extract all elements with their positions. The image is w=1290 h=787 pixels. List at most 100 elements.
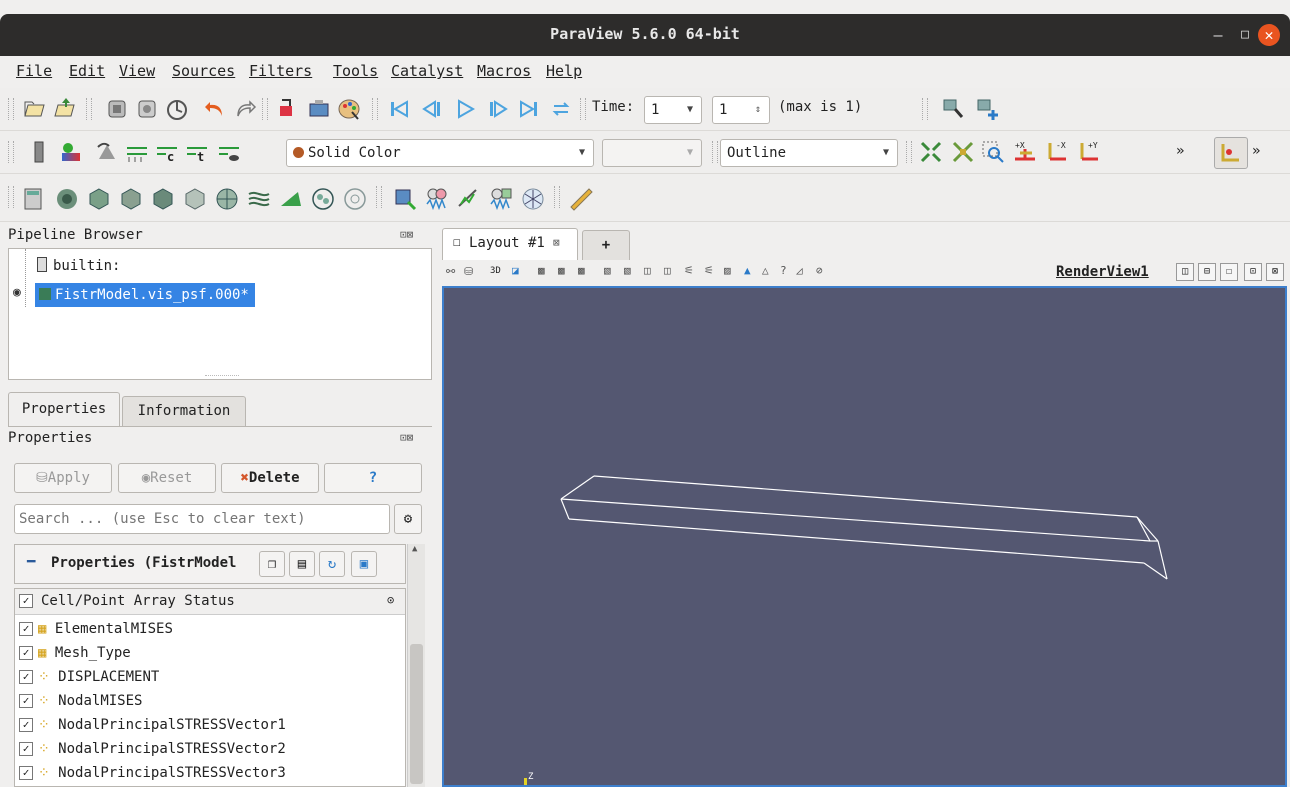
menu-catalyst[interactable]: Catalyst [391, 62, 463, 80]
minimize-button[interactable]: – [1207, 24, 1229, 46]
undock-properties-icon[interactable]: ⊡⊠ [400, 431, 413, 444]
component-combo[interactable]: ▼ [602, 139, 702, 167]
grow-selection-icon[interactable]: ⚟ [684, 264, 694, 277]
menu-sources[interactable]: Sources [172, 62, 235, 80]
properties-section-header[interactable]: ━ Properties (FistrModel ❐ ▤ ↻ ▣ [14, 544, 406, 584]
array-row[interactable]: ✓ ⁘ NodalMISES [19, 689, 142, 713]
extract-selection-icon[interactable]: ▨ [724, 264, 731, 277]
maximize-button[interactable]: □ [1234, 24, 1256, 46]
auto-apply-icon[interactable] [164, 96, 190, 122]
rescale-custom-icon[interactable] [124, 139, 150, 165]
time-combo[interactable]: 1 ▼ [644, 96, 702, 124]
play-icon[interactable] [452, 96, 478, 122]
menu-help[interactable]: Help [546, 62, 582, 80]
select-cells-icon[interactable]: ▩ [538, 264, 545, 277]
interactive-select-icon[interactable]: ◫ [644, 264, 651, 277]
scrollbar-thumb[interactable] [410, 644, 423, 784]
pipeline-item-fistrmodel[interactable]: FistrModel.vis_psf.000* [35, 283, 255, 307]
clip-icon[interactable] [86, 186, 112, 212]
color-palette-icon[interactable] [336, 96, 362, 122]
menu-edit[interactable]: Edit [69, 62, 105, 80]
connect-icon[interactable] [104, 96, 130, 122]
contour-icon[interactable] [54, 186, 80, 212]
redo-icon[interactable] [232, 96, 258, 122]
reset-camera-view-icon[interactable] [918, 139, 944, 165]
add-layout-tab[interactable]: + [582, 230, 630, 260]
more-tools-button-2[interactable]: » [1252, 143, 1260, 159]
sort-icon[interactable]: ⊙ [387, 593, 394, 607]
clear-selection-icon[interactable]: ◿ [796, 264, 803, 277]
slice-icon[interactable] [118, 186, 144, 212]
zoom-to-box-icon[interactable] [980, 139, 1006, 165]
stop-icon[interactable]: ⊘ [816, 264, 823, 277]
copy-button[interactable]: ❐ [259, 551, 285, 577]
close-view-button[interactable]: ⊠ [1266, 263, 1284, 281]
menu-filters[interactable]: Filters [249, 62, 312, 80]
header-check[interactable]: ✓ [19, 593, 38, 609]
array-row[interactable]: ✓ ⁘ NodalPrincipalSTRESSVector2 [19, 737, 286, 761]
ruler-icon[interactable] [568, 186, 594, 212]
undo-icon[interactable] [202, 96, 228, 122]
apply-button[interactable]: ⛁Apply [14, 463, 112, 493]
advanced-gear-button[interactable]: ⚙ [394, 504, 422, 534]
undock-icon[interactable]: ⊡⊠ [400, 228, 413, 241]
view-plus-x-icon[interactable]: +X [1012, 139, 1038, 165]
selection-display-icon[interactable] [392, 186, 418, 212]
render-view-name[interactable]: RenderView1 [1056, 264, 1149, 280]
next-frame-icon[interactable] [484, 96, 510, 122]
toggle-color-legend-icon[interactable] [26, 139, 52, 165]
rescale-visible-icon[interactable] [216, 139, 242, 165]
open-file-icon[interactable] [22, 96, 48, 122]
tab-layout-1[interactable]: ☐ Layout #1 ⊠ [442, 228, 578, 260]
reload-button[interactable]: ↻ [319, 551, 345, 577]
query-icon[interactable]: ? [780, 264, 787, 277]
rescale-temporal-icon[interactable]: t [184, 139, 210, 165]
menu-view[interactable]: View [119, 62, 155, 80]
reset-range-icon[interactable] [94, 139, 120, 165]
camera-orientation-icon[interactable] [1214, 137, 1248, 169]
view-minus-x-icon[interactable]: -X [1044, 139, 1070, 165]
array-row[interactable]: ✓ ⁘ NodalPrincipalSTRESSVector3 [19, 761, 286, 785]
select-polygon-icon[interactable]: ▧ [604, 264, 611, 277]
render-viewport[interactable]: Z [444, 288, 1285, 785]
view-3d-button[interactable]: 3D [490, 266, 501, 276]
split-vertical-button[interactable]: ⊟ [1198, 263, 1216, 281]
select-points-icon[interactable]: ▩ [558, 264, 565, 277]
array-row[interactable]: ✓ ⁘ DISPLACEMENT [19, 665, 159, 689]
threshold-icon[interactable] [150, 186, 176, 212]
close-button[interactable]: ✕ [1258, 24, 1280, 46]
coloring-combo[interactable]: Solid Color ▼ [286, 139, 594, 167]
edit-colormap-icon[interactable] [58, 139, 84, 165]
undock-view-button[interactable]: ⊡ [1244, 263, 1262, 281]
properties-scrollbar[interactable]: ▲ [407, 544, 425, 787]
find-data-icon[interactable] [940, 96, 966, 122]
tab-information[interactable]: Information [122, 396, 246, 426]
hover-points-icon[interactable]: ◫ [664, 264, 671, 277]
collapse-icon[interactable]: ━ [27, 554, 35, 570]
disconnect-icon[interactable] [134, 96, 160, 122]
zoom-to-data-icon[interactable] [950, 139, 976, 165]
spreadsheet-view-icon[interactable] [424, 186, 450, 212]
split-horizontal-button[interactable]: ◫ [1176, 263, 1194, 281]
point-labels-icon[interactable]: △ [762, 264, 769, 277]
more-tools-button[interactable]: » [1176, 143, 1184, 159]
snowflake-icon[interactable] [520, 186, 546, 212]
extract-subset-icon[interactable] [182, 186, 208, 212]
view-plus-y-icon[interactable]: +Y [1076, 139, 1102, 165]
plot-selection-icon[interactable] [488, 186, 514, 212]
tab-properties[interactable]: Properties [8, 392, 120, 426]
warp-by-vector-icon[interactable] [278, 186, 304, 212]
pipeline-tree[interactable]: builtin: ◉ FistrModel.vis_psf.000* [8, 248, 432, 380]
camera-undo-icon[interactable]: ◪ [512, 264, 519, 277]
help-button[interactable]: ? [324, 463, 422, 493]
interaction-icon[interactable]: ⚯ [446, 265, 455, 278]
first-frame-icon[interactable] [386, 96, 412, 122]
add-selection-icon[interactable] [974, 96, 1000, 122]
select-frustum-icon[interactable]: ▩ [578, 264, 585, 277]
last-frame-icon[interactable] [516, 96, 542, 122]
array-row[interactable]: ✓ ⁘ NodalPrincipalSTRESSVector1 [19, 713, 286, 737]
plot-over-line-icon[interactable] [456, 186, 482, 212]
array-row[interactable]: ✓ ▦ Mesh_Type [19, 641, 131, 665]
previous-frame-icon[interactable] [420, 96, 446, 122]
menu-macros[interactable]: Macros [477, 62, 531, 80]
